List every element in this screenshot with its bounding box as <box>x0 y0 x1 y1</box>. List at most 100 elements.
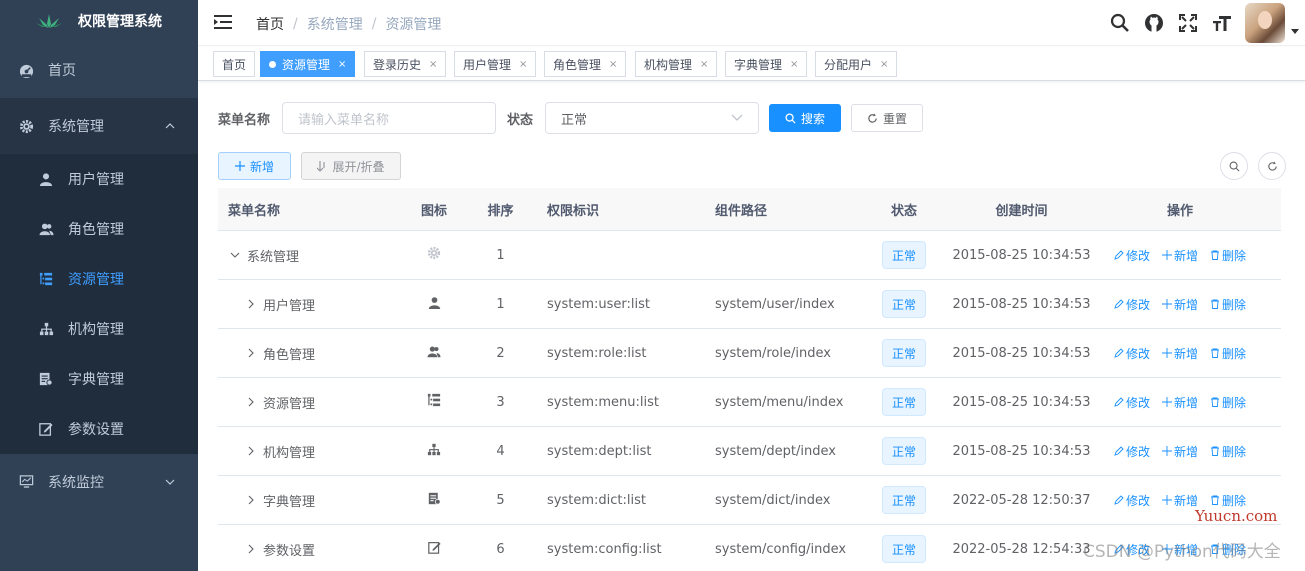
delete-button[interactable]: 删除 <box>1210 247 1246 264</box>
chevron-right-icon[interactable] <box>244 297 258 311</box>
tag-dictionary[interactable]: 字典管理 × <box>725 51 808 77</box>
sidebar-item-dictionary[interactable]: 字典管理 <box>0 354 198 404</box>
watermark: CSDN @Python代码大全 <box>1083 542 1281 562</box>
chevron-right-icon[interactable] <box>244 346 258 360</box>
close-icon[interactable]: × <box>429 59 437 70</box>
tag-users[interactable]: 用户管理 × <box>454 51 537 77</box>
chevron-right-icon[interactable] <box>244 542 258 556</box>
expand-collapse-label: 展开/折叠 <box>332 159 385 174</box>
status-badge: 正常 <box>881 290 926 318</box>
delete-button[interactable]: 删除 <box>1210 492 1246 509</box>
add-button[interactable]: 新增 <box>218 152 291 180</box>
delete-button[interactable]: 删除 <box>1210 296 1246 313</box>
chevron-down-icon[interactable] <box>228 248 242 262</box>
sidebar-item-users[interactable]: 用户管理 <box>0 154 198 204</box>
refresh-icon <box>1267 160 1277 171</box>
close-icon[interactable]: × <box>338 59 346 70</box>
status-badge: 正常 <box>881 339 926 367</box>
close-icon[interactable]: × <box>790 59 798 70</box>
status-select[interactable]: 正常 <box>545 102 760 134</box>
avatar[interactable] <box>1245 3 1285 43</box>
chevron-right-icon[interactable] <box>244 395 258 409</box>
edit-button[interactable]: 修改 <box>1114 296 1150 313</box>
edit-label: 修改 <box>1125 493 1150 508</box>
column-header: 组件路径 <box>715 203 768 219</box>
close-icon[interactable]: × <box>609 59 617 70</box>
navbar: 首页 / 系统管理 / 资源管理 <box>198 0 1305 46</box>
sidebar-item-label: 首页 <box>48 63 76 79</box>
search-icon[interactable] <box>1103 0 1137 46</box>
tag-departments[interactable]: 机构管理 × <box>635 51 718 77</box>
add-child-button[interactable]: 新增 <box>1161 394 1198 411</box>
add-child-button[interactable]: 新增 <box>1161 345 1198 362</box>
search-icon <box>785 112 796 124</box>
status-badge: 正常 <box>881 241 926 269</box>
delete-button[interactable]: 删除 <box>1210 345 1246 362</box>
close-icon[interactable]: × <box>519 59 527 70</box>
delete-button[interactable]: 删除 <box>1210 443 1246 460</box>
tag-login-history[interactable]: 登录历史 × <box>364 51 447 77</box>
perms: system:config:list <box>547 541 662 557</box>
font-size-icon[interactable] <box>1205 0 1239 46</box>
sidebar-item-settings[interactable]: 参数设置 <box>0 404 198 454</box>
reset-button-label: 重置 <box>883 111 908 126</box>
edit-button[interactable]: 修改 <box>1114 345 1150 362</box>
sidebar-item-monitor[interactable]: 系统监控 <box>0 454 198 510</box>
edit-button[interactable]: 修改 <box>1114 394 1150 411</box>
chevron-right-icon[interactable] <box>244 493 258 507</box>
search-button-label: 搜索 <box>801 111 826 126</box>
gear-icon <box>18 118 34 134</box>
close-icon[interactable]: × <box>880 59 888 70</box>
tags-view: 首页 资源管理 × 登录历史 × 用户管理 × 角色管理 × 机构管理 × 字典… <box>198 47 1305 81</box>
logo[interactable]: 权限管理系统 <box>0 0 198 42</box>
status-badge: 正常 <box>881 486 926 514</box>
sidebar-item-system[interactable]: 系统管理 <box>0 98 198 154</box>
add-label: 新增 <box>1173 297 1198 312</box>
status-badge: 正常 <box>881 388 926 416</box>
close-icon[interactable]: × <box>700 59 708 70</box>
peoples-icon <box>38 221 54 237</box>
tag-home[interactable]: 首页 <box>213 51 256 77</box>
component: system/dict/index <box>715 492 831 508</box>
add-button-label: 新增 <box>249 159 274 174</box>
tag-assign-users[interactable]: 分配用户 × <box>815 51 898 77</box>
column-header: 图标 <box>420 203 447 219</box>
sidebar-item-home[interactable]: 首页 <box>0 42 198 98</box>
edit-button[interactable]: 修改 <box>1114 492 1150 509</box>
fullscreen-icon[interactable] <box>1171 0 1205 46</box>
delete-button[interactable]: 删除 <box>1210 394 1246 411</box>
perms: system:user:list <box>547 296 650 312</box>
add-child-button[interactable]: 新增 <box>1161 492 1198 509</box>
refresh-button[interactable] <box>1258 152 1286 180</box>
add-child-button[interactable]: 新增 <box>1161 443 1198 460</box>
tag-label: 首页 <box>222 57 247 72</box>
sidebar-item-resources[interactable]: 资源管理 <box>0 254 198 304</box>
reset-button[interactable]: 重置 <box>851 104 924 132</box>
tag-label: 登录历史 <box>373 57 422 72</box>
edit-button[interactable]: 修改 <box>1114 247 1150 264</box>
sidebar-item-roles[interactable]: 角色管理 <box>0 204 198 254</box>
expand-collapse-button[interactable]: 展开/折叠 <box>301 152 401 180</box>
table-row: 系统管理 1 正常 2015-08-25 10:34:53 修改 新增 删除 <box>218 231 1281 280</box>
submenu-system: 用户管理 角色管理 资源管理 机构管理 字典管理 参数设置 <box>0 154 198 454</box>
sidebar-item-label: 用户管理 <box>68 172 124 188</box>
github-icon[interactable] <box>1137 0 1171 46</box>
hamburger-icon[interactable] <box>214 14 232 30</box>
breadcrumb-item: 系统管理 <box>306 17 363 33</box>
add-child-button[interactable]: 新增 <box>1161 247 1198 264</box>
sidebar-item-departments[interactable]: 机构管理 <box>0 304 198 354</box>
table-row: 字典管理 5 system:dict:list system/dict/inde… <box>218 476 1281 525</box>
breadcrumb-item[interactable]: 首页 <box>256 14 284 34</box>
toggle-search-button[interactable] <box>1220 152 1248 180</box>
menu-name-input[interactable]: 请输入菜单名称 <box>282 102 497 134</box>
tag-resources[interactable]: 资源管理 × <box>260 51 356 77</box>
add-child-button[interactable]: 新增 <box>1161 296 1198 313</box>
chevron-right-icon[interactable] <box>244 444 258 458</box>
search-button[interactable]: 搜索 <box>769 104 842 132</box>
dict-icon <box>428 492 441 509</box>
component: system/role/index <box>715 345 831 361</box>
caret-down-icon[interactable] <box>1285 0 1305 46</box>
edit-button[interactable]: 修改 <box>1114 443 1150 460</box>
tag-roles[interactable]: 角色管理 × <box>544 51 627 77</box>
perms: system:menu:list <box>547 394 659 410</box>
